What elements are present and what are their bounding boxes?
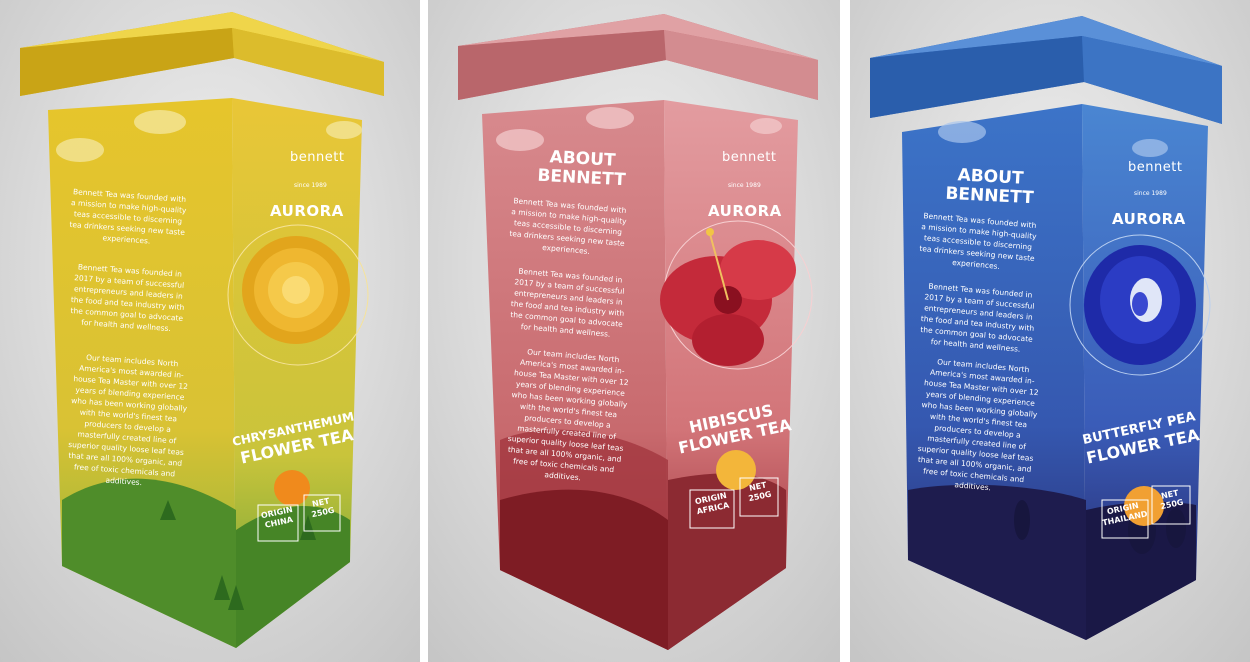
about-paragraph-1: Bennett Tea was founded with a mission t… (509, 196, 627, 256)
photo-butterfly-pea-box: ABOUT BENNETT bennett since 1989 AURORA … (850, 0, 1250, 662)
butterfly-pea-box-illustration (850, 0, 1250, 662)
about-paragraph-2: Bennett Tea was founded in 2017 by a tea… (510, 266, 625, 339)
butterfly-pea-icon (1084, 245, 1196, 365)
aurora-label: AURORA (1112, 210, 1186, 228)
about-paragraph-1: Bennett Tea was founded with a mission t… (919, 211, 1037, 271)
since-label: since 1989 (1134, 190, 1167, 197)
about-paragraph-2: Bennett Tea was founded in 2017 by a tea… (70, 262, 185, 334)
about-paragraph-1: Bennett Tea was founded with a mission t… (69, 187, 187, 246)
about-paragraph-3: Our team includes North America's most a… (507, 347, 629, 483)
chrysanthemum-icon (242, 236, 350, 344)
about-paragraph-2: Bennett Tea was founded in 2017 by a tea… (920, 281, 1035, 354)
about-paragraph-3: Our team includes North America's most a… (67, 352, 189, 488)
aurora-label: AURORA (708, 202, 782, 220)
brand-logo: bennett (722, 150, 777, 165)
hibiscus-box-illustration (428, 0, 840, 662)
about-paragraph-3: Our team includes North America's most a… (917, 357, 1039, 493)
brand-logo: bennett (1128, 160, 1183, 175)
about-title: ABOUT BENNETT (944, 165, 1035, 209)
photo-chrysanthemum-box: bennett since 1989 AURORA Bennett Tea wa… (0, 0, 420, 662)
since-label: since 1989 (728, 182, 761, 189)
since-label: since 1989 (294, 182, 327, 189)
chrysanthemum-box-illustration (0, 0, 420, 662)
brand-logo: bennett (290, 150, 345, 165)
photo-hibiscus-box: ABOUT BENNETT bennett since 1989 AURORA … (428, 0, 840, 662)
about-title: ABOUT BENNETT (536, 147, 627, 191)
aurora-label: AURORA (270, 202, 344, 220)
